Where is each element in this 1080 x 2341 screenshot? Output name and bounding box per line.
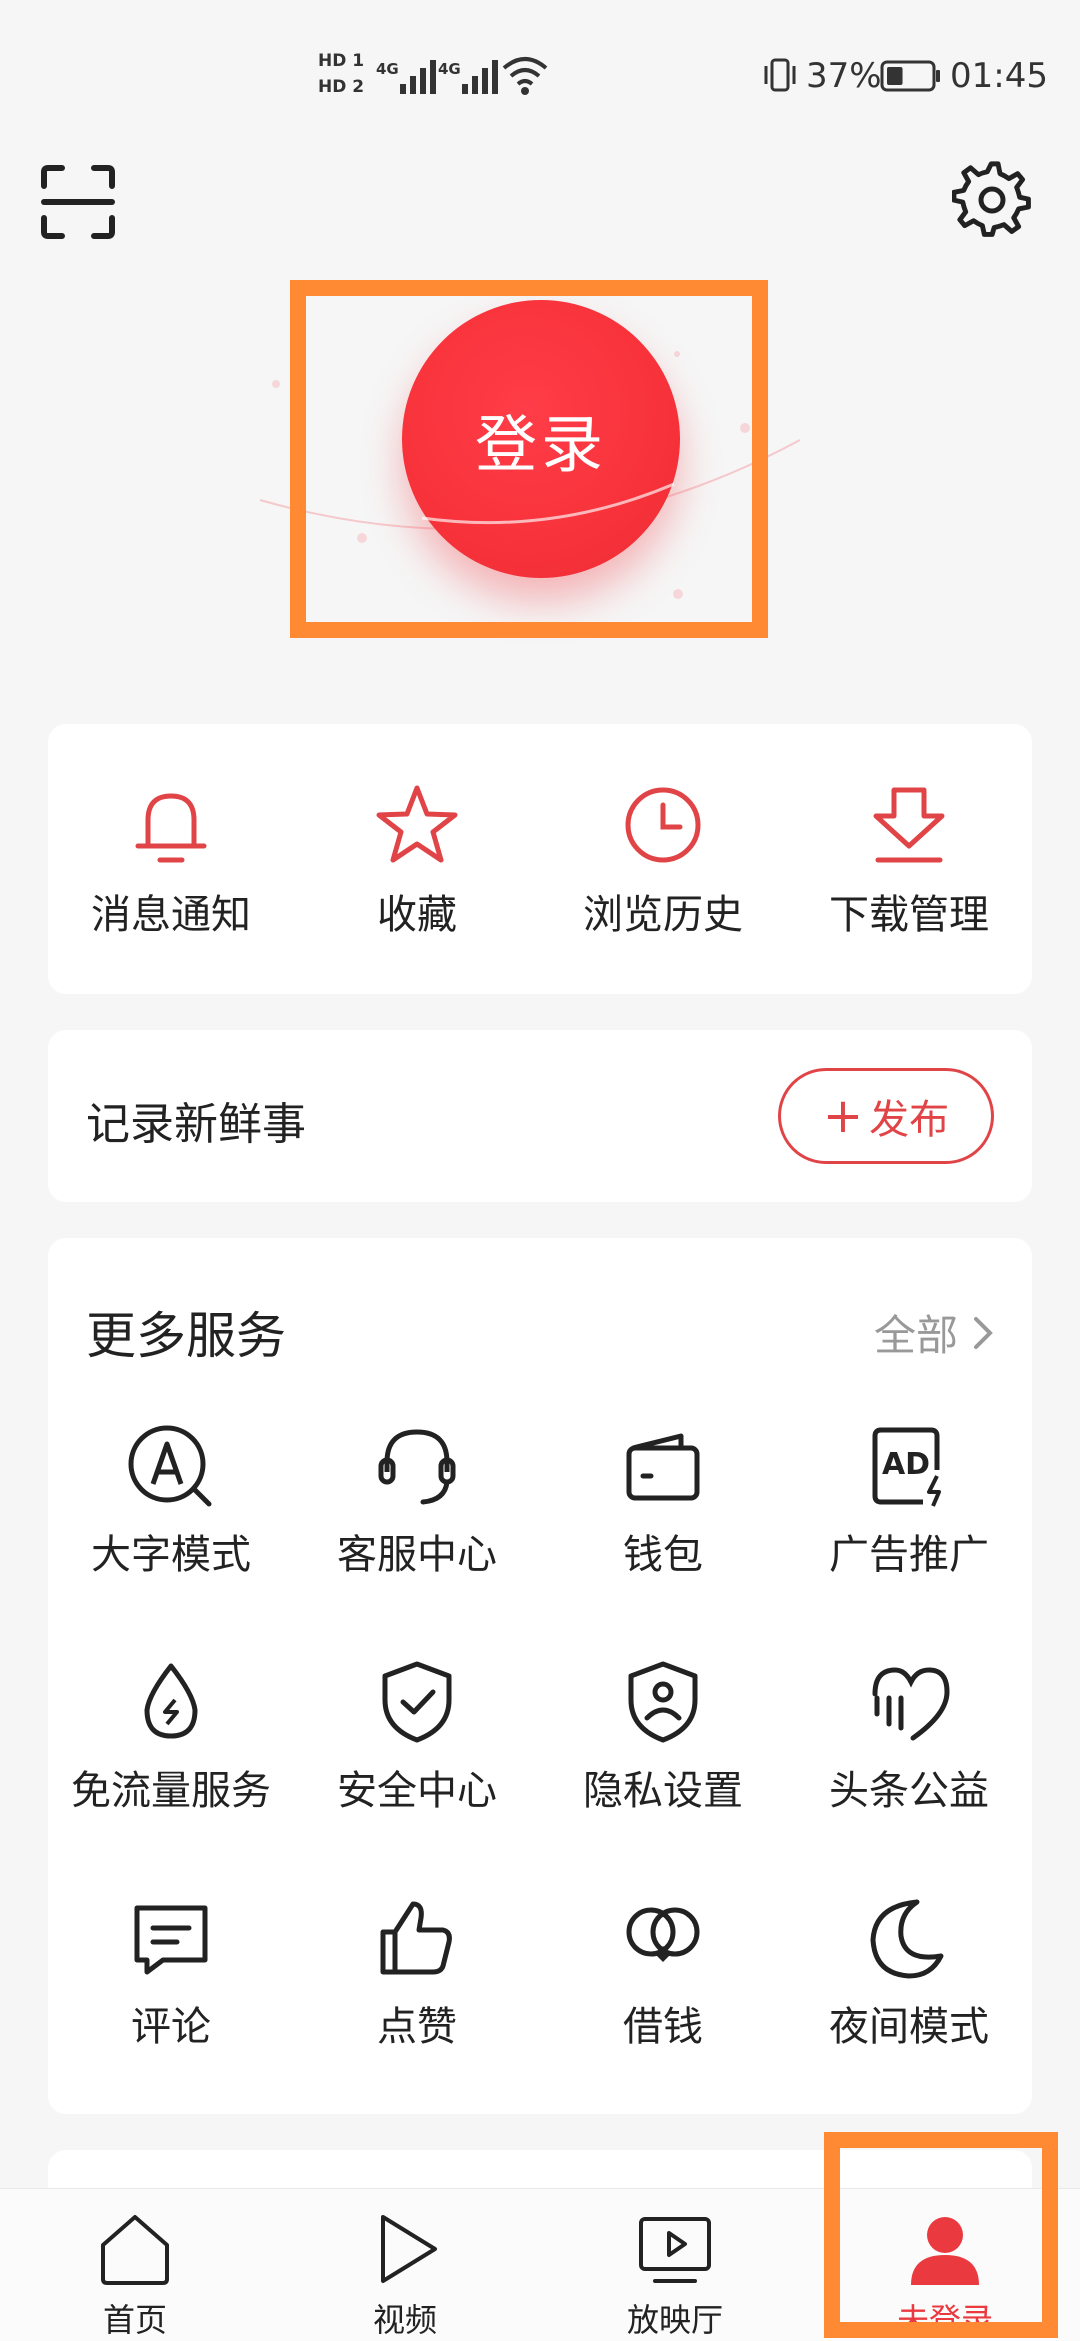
wallet-icon [615, 1418, 711, 1514]
user-icon [905, 2209, 985, 2289]
service-item-night-mode[interactable]: 夜间模式 [786, 1890, 1032, 2052]
nav-home[interactable]: 首页 [0, 2209, 270, 2341]
battery-percent: 37% [806, 56, 882, 96]
service-item-customer-service[interactable]: 客服中心 [294, 1418, 540, 1580]
thumbs-up-icon [369, 1890, 465, 1986]
quick-item-history[interactable]: 浏览历史 [540, 780, 786, 940]
bottom-nav: 首页 视频 放映厅 未登录 [0, 2188, 1080, 2341]
quick-actions-card: 消息通知 收藏 浏览历史 下载管理 [48, 724, 1032, 994]
chevron-right-icon [974, 1316, 993, 1349]
sim2-label: HD 2 [318, 77, 365, 97]
wifi-icon [500, 52, 550, 102]
status-bar: HD 1 HD 2 4G 4G 37% 01:45 [0, 0, 1080, 150]
clock: 01:45 [950, 56, 1048, 96]
service-item-wallet[interactable]: 钱包 [540, 1418, 786, 1580]
services-card: 更多服务 全部 大字模式 客服中心 钱包 AD 广告推广 免流量服务 安全中心 … [48, 1238, 1032, 2114]
nav-theater[interactable]: 放映厅 [540, 2209, 810, 2341]
moon-icon [861, 1890, 957, 1986]
comment-icon [123, 1890, 219, 1986]
service-item-large-text[interactable]: 大字模式 [48, 1418, 294, 1580]
vibrate-icon [760, 52, 800, 102]
loan-icon [615, 1890, 711, 1986]
clock-icon [618, 780, 708, 870]
tv-play-icon [635, 2209, 715, 2289]
svg-text:AD: AD [882, 1447, 930, 1482]
service-item-charity[interactable]: 头条公益 [786, 1654, 1032, 1816]
publish-label: 发布 [869, 1097, 950, 1143]
star-icon [372, 780, 462, 870]
gear-icon[interactable] [951, 160, 1032, 240]
record-title: 记录新鲜事 [86, 1099, 306, 1150]
sim-labels: HD 1 HD 2 [318, 48, 364, 100]
download-icon [864, 780, 954, 870]
service-item-advertising[interactable]: AD 广告推广 [786, 1418, 1032, 1580]
login-arc [421, 482, 675, 525]
quick-item-favorites[interactable]: 收藏 [294, 780, 540, 940]
quick-item-downloads[interactable]: 下载管理 [786, 780, 1032, 940]
home-icon [95, 2209, 175, 2289]
privacy-shield-icon [615, 1654, 711, 1750]
sim1-label: HD 1 [318, 51, 365, 71]
play-icon [365, 2209, 445, 2289]
headset-icon [369, 1418, 465, 1514]
battery-icon [880, 52, 942, 102]
quick-item-notifications[interactable]: 消息通知 [48, 780, 294, 940]
large-text-icon [123, 1418, 219, 1514]
service-item-loans[interactable]: 借钱 [540, 1890, 786, 2052]
services-all-link[interactable]: 全部 [874, 1302, 994, 1363]
scan-icon[interactable] [38, 162, 118, 242]
bell-icon [126, 780, 216, 870]
data-free-icon [123, 1654, 219, 1750]
service-item-data-free[interactable]: 免流量服务 [48, 1654, 294, 1816]
publish-button[interactable]: + 发布 [778, 1068, 994, 1164]
shield-check-icon [369, 1654, 465, 1750]
services-title: 更多服务 [86, 1307, 286, 1365]
nav-profile[interactable]: 未登录 [810, 2209, 1080, 2341]
nav-video[interactable]: 视频 [270, 2209, 540, 2341]
service-item-comments[interactable]: 评论 [48, 1890, 294, 2052]
charity-heart-icon [861, 1654, 957, 1750]
service-item-security[interactable]: 安全中心 [294, 1654, 540, 1816]
service-item-likes[interactable]: 点赞 [294, 1890, 540, 2052]
ad-icon: AD [861, 1418, 957, 1514]
plus-icon: + [822, 1088, 864, 1144]
record-card: 记录新鲜事 + 发布 [48, 1030, 1032, 1202]
service-item-privacy[interactable]: 隐私设置 [540, 1654, 786, 1816]
